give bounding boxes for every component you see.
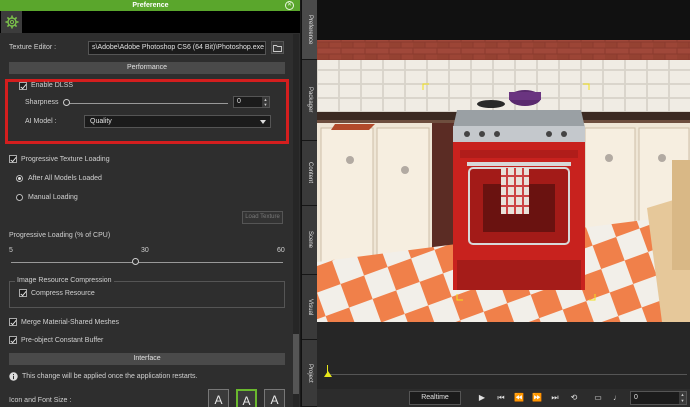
- tab-project-label: Project: [307, 363, 313, 383]
- close-icon[interactable]: ✕: [285, 1, 294, 10]
- compress-resource-checkbox[interactable]: [19, 289, 27, 297]
- merge-meshes-checkbox[interactable]: [9, 318, 17, 326]
- general-settings-tab[interactable]: [1, 11, 22, 33]
- sharpness-slider-handle[interactable]: [63, 99, 70, 106]
- tab-preference-label: Preference: [307, 14, 313, 45]
- cpu-tick-mid: 30: [141, 247, 149, 254]
- frame-number-spinbox[interactable]: 0 ▲ ▼: [630, 391, 687, 405]
- frame-number-value: 0: [634, 394, 638, 401]
- panel-title: Preference: [132, 2, 169, 9]
- tab-packager[interactable]: Packager: [302, 60, 318, 141]
- ai-model-value: Quality: [90, 118, 112, 125]
- merge-meshes-label: Merge Material-Shared Meshes: [21, 319, 120, 326]
- timeline-panel: Realtime ▶ ⏮ ⏪ ⏩ ⏭ ⟲ ▭ ♩ 0 ▲ ▼: [317, 322, 690, 407]
- tab-scene[interactable]: Scene: [302, 206, 318, 275]
- constant-buffer-checkbox[interactable]: [9, 336, 17, 344]
- audio-note-icon[interactable]: ♩: [612, 391, 622, 405]
- chevron-down-icon: [260, 120, 266, 124]
- enable-dlss-checkbox[interactable]: [19, 82, 27, 90]
- cpu-tick-min: 5: [9, 247, 13, 254]
- font-size-option-small[interactable]: A: [208, 389, 229, 407]
- loop-icon[interactable]: ⟲: [568, 391, 580, 405]
- load-texture-button[interactable]: Load Texture: [242, 211, 283, 224]
- texture-editor-label: Texture Editor :: [9, 44, 57, 51]
- kitchen-scene-render: [317, 0, 690, 322]
- performance-section-header: Performance: [9, 62, 285, 74]
- progressive-loading-title: Progressive Loading (% of CPU): [9, 232, 111, 239]
- after-all-models-radio[interactable]: [16, 175, 23, 182]
- tab-preference[interactable]: Preference: [302, 0, 318, 60]
- folder-icon: [273, 44, 282, 52]
- transport-bar: Realtime ▶ ⏮ ⏪ ⏩ ⏭ ⟲ ▭ ♩ 0 ▲ ▼: [317, 389, 690, 407]
- spin-arrows-icon[interactable]: ▲ ▼: [262, 97, 269, 107]
- sharpness-value: 0: [237, 98, 241, 105]
- panel-title-bar: Preference ✕: [0, 0, 300, 11]
- interface-section-header: Interface: [9, 353, 285, 365]
- tab-packager-label: Packager: [307, 87, 313, 113]
- preference-panel: Preference ✕ Texture Editor : s\Adobe\Ad…: [0, 0, 301, 407]
- tab-visual-label: Visual: [307, 298, 313, 316]
- restart-note: This change will be applied once the app…: [22, 373, 198, 380]
- step-back-icon[interactable]: ⏪: [513, 391, 525, 405]
- cpu-slider-track[interactable]: [11, 262, 283, 263]
- playhead-marker-icon[interactable]: [324, 371, 332, 377]
- tab-content[interactable]: Content: [302, 141, 318, 206]
- enable-dlss-label: Enable DLSS: [31, 82, 74, 89]
- after-all-models-label: After All Models Loaded: [28, 175, 102, 182]
- browse-folder-button[interactable]: [271, 41, 284, 54]
- constant-buffer-label: Pre-object Constant Buffer: [21, 337, 104, 344]
- category-tab-row: [0, 11, 300, 33]
- progressive-texture-checkbox[interactable]: [9, 155, 17, 163]
- sharpness-label: Sharpness: [25, 99, 59, 106]
- tab-project[interactable]: Project: [302, 340, 318, 407]
- texture-editor-path-field[interactable]: s\Adobe\Adobe Photoshop CS6 (64 Bit)\Pho…: [88, 41, 266, 55]
- vertical-tab-strip: Preference Packager Content Scene Visual…: [301, 0, 318, 407]
- ai-model-dropdown[interactable]: Quality: [84, 115, 271, 128]
- ai-model-label: AI Model :: [25, 118, 57, 125]
- compress-resource-label: Compress Resource: [31, 290, 95, 297]
- image-compression-title: Image Resource Compression: [15, 277, 114, 284]
- font-size-option-large[interactable]: A: [264, 389, 285, 407]
- tab-scene-label: Scene: [307, 231, 313, 249]
- tab-visual[interactable]: Visual: [302, 275, 318, 340]
- manual-loading-radio[interactable]: [16, 194, 23, 201]
- panel-scrollbar[interactable]: [293, 34, 299, 407]
- manual-loading-label: Manual Loading: [28, 194, 78, 201]
- cpu-slider-handle[interactable]: [131, 258, 139, 265]
- sharpness-slider-track[interactable]: [66, 103, 228, 104]
- scrollbar-thumb[interactable]: [293, 334, 299, 394]
- realtime-button[interactable]: Realtime: [409, 391, 461, 405]
- 3d-viewport[interactable]: [317, 0, 690, 322]
- sharpness-spinbox[interactable]: 0 ▲ ▼: [233, 96, 270, 108]
- timeline-track[interactable]: [327, 374, 687, 375]
- frame-spin-arrows-icon[interactable]: ▲ ▼: [679, 392, 686, 404]
- progressive-texture-label: Progressive Texture Loading: [21, 156, 110, 163]
- skip-to-start-icon[interactable]: ⏮: [495, 391, 507, 405]
- step-forward-icon[interactable]: ⏩: [531, 391, 543, 405]
- info-icon: [9, 372, 18, 381]
- tab-content-label: Content: [307, 162, 313, 184]
- cpu-tick-max: 60: [277, 247, 285, 254]
- skip-to-end-icon[interactable]: ⏭: [549, 391, 561, 405]
- camera-icon[interactable]: ▭: [591, 391, 605, 405]
- font-size-option-medium[interactable]: A: [236, 389, 257, 407]
- gear-icon: [5, 15, 18, 29]
- play-icon[interactable]: ▶: [477, 391, 487, 405]
- icon-font-size-label: Icon and Font Size :: [9, 397, 72, 404]
